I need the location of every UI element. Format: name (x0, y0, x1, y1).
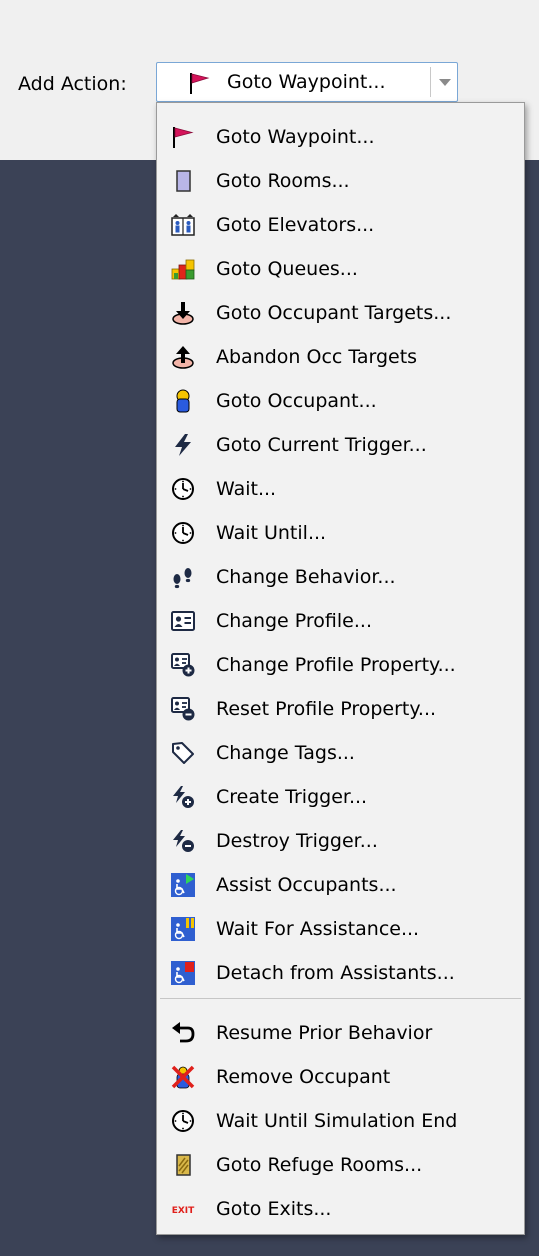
room-icon (171, 169, 195, 193)
menu-item-label: Goto Exits... (216, 1198, 332, 1220)
add-action-dropdown[interactable]: Goto Waypoint... (156, 62, 458, 102)
menu-item-label: Goto Rooms... (216, 170, 350, 192)
menu-item-label: Change Profile Property... (216, 654, 456, 676)
menu-item-detach-from-assistants[interactable]: Detach from Assistants... (158, 953, 523, 993)
menu-item-change-profile-property[interactable]: Change Profile Property... (158, 645, 523, 685)
menu-item-assist-occupants[interactable]: Assist Occupants... (158, 865, 523, 905)
menu-item-label: Wait Until... (216, 522, 327, 544)
menu-item-label: Goto Refuge Rooms... (216, 1154, 423, 1176)
lightning-icon (171, 433, 195, 457)
menu-item-label: Abandon Occ Targets (216, 346, 418, 368)
tag-icon (171, 741, 195, 765)
menu-item-label: Create Trigger... (216, 786, 368, 808)
refuge-room-icon (171, 1153, 195, 1177)
menu-item-label: Wait Until Simulation End (216, 1110, 458, 1132)
target-up-icon (171, 345, 195, 369)
footprints-icon (171, 565, 195, 589)
clock-icon (171, 1109, 195, 1133)
menu-item-label: Reset Profile Property... (216, 698, 437, 720)
exit-sign-icon: EXIT (171, 1197, 195, 1221)
profile-remove-icon (171, 697, 195, 721)
menu-item-label: Assist Occupants... (216, 874, 397, 896)
add-action-label: Add Action: (18, 73, 127, 95)
menu-item-wait-for-assistance[interactable]: Wait For Assistance... (158, 909, 523, 949)
menu-item-label: Goto Waypoint... (216, 126, 375, 148)
menu-item-change-behavior[interactable]: Change Behavior... (158, 557, 523, 597)
menu-item-create-trigger[interactable]: Create Trigger... (158, 777, 523, 817)
menu-item-reset-profile-property[interactable]: Reset Profile Property... (158, 689, 523, 729)
menu-item-label: Wait For Assistance... (216, 918, 420, 940)
elevator-icon (171, 213, 195, 237)
menu-item-goto-occupant[interactable]: Goto Occupant... (158, 381, 523, 421)
assist-stop-icon (171, 961, 195, 985)
remove-occupant-icon (171, 1065, 195, 1089)
menu-item-label: Goto Current Trigger... (216, 434, 427, 456)
menu-item-abandon-occ-targets[interactable]: Abandon Occ Targets (158, 337, 523, 377)
menu-item-label: Goto Occupant... (216, 390, 377, 412)
menu-item-resume-prior-behavior[interactable]: Resume Prior Behavior (158, 1013, 523, 1053)
menu-item-goto-current-trigger[interactable]: Goto Current Trigger... (158, 425, 523, 465)
dropdown-divider (430, 67, 431, 97)
action-menu: Goto Waypoint... Goto Rooms... Goto Elev… (156, 102, 525, 1235)
menu-item-goto-exits[interactable]: EXIT Goto Exits... (158, 1189, 523, 1229)
dropdown-selected-value: Goto Waypoint... (227, 71, 386, 93)
assist-pause-icon (171, 917, 195, 941)
menu-item-goto-waypoint[interactable]: Goto Waypoint... (158, 117, 523, 157)
menu-item-label: Destroy Trigger... (216, 830, 378, 852)
menu-item-label: Change Behavior... (216, 566, 396, 588)
menu-item-label: Wait... (216, 478, 277, 500)
menu-item-label: Change Profile... (216, 610, 372, 632)
profile-card-icon (171, 609, 195, 633)
menu-item-wait-until[interactable]: Wait Until... (158, 513, 523, 553)
menu-item-goto-occupant-targets[interactable]: Goto Occupant Targets... (158, 293, 523, 333)
menu-item-wait-until-simulation-end[interactable]: Wait Until Simulation End (158, 1101, 523, 1141)
flag-icon (186, 71, 212, 95)
flag-icon (171, 125, 195, 149)
menu-item-wait[interactable]: Wait... (158, 469, 523, 509)
menu-item-goto-queues[interactable]: Goto Queues... (158, 249, 523, 289)
menu-item-label: Goto Elevators... (216, 214, 375, 236)
menu-item-goto-elevators[interactable]: Goto Elevators... (158, 205, 523, 245)
menu-item-label: Goto Queues... (216, 258, 358, 280)
menu-item-change-tags[interactable]: Change Tags... (158, 733, 523, 773)
menu-item-label: Detach from Assistants... (216, 962, 455, 984)
clock-icon (171, 521, 195, 545)
target-down-icon (171, 301, 195, 325)
profile-add-icon (171, 653, 195, 677)
queue-icon (171, 257, 195, 281)
clock-icon (171, 477, 195, 501)
menu-item-goto-rooms[interactable]: Goto Rooms... (158, 161, 523, 201)
svg-text:EXIT: EXIT (172, 1206, 195, 1216)
menu-item-label: Change Tags... (216, 742, 355, 764)
occupant-icon (171, 389, 195, 413)
trigger-remove-icon (171, 829, 195, 853)
resume-arrow-icon (171, 1021, 195, 1045)
menu-item-label: Resume Prior Behavior (216, 1022, 433, 1044)
menu-item-change-profile[interactable]: Change Profile... (158, 601, 523, 641)
assist-play-icon (171, 873, 195, 897)
trigger-add-icon (171, 785, 195, 809)
menu-separator (160, 998, 521, 999)
chevron-down-icon[interactable] (439, 79, 451, 86)
menu-item-remove-occupant[interactable]: Remove Occupant (158, 1057, 523, 1097)
menu-item-label: Goto Occupant Targets... (216, 302, 452, 324)
menu-item-destroy-trigger[interactable]: Destroy Trigger... (158, 821, 523, 861)
menu-item-goto-refuge-rooms[interactable]: Goto Refuge Rooms... (158, 1145, 523, 1185)
menu-item-label: Remove Occupant (216, 1066, 391, 1088)
